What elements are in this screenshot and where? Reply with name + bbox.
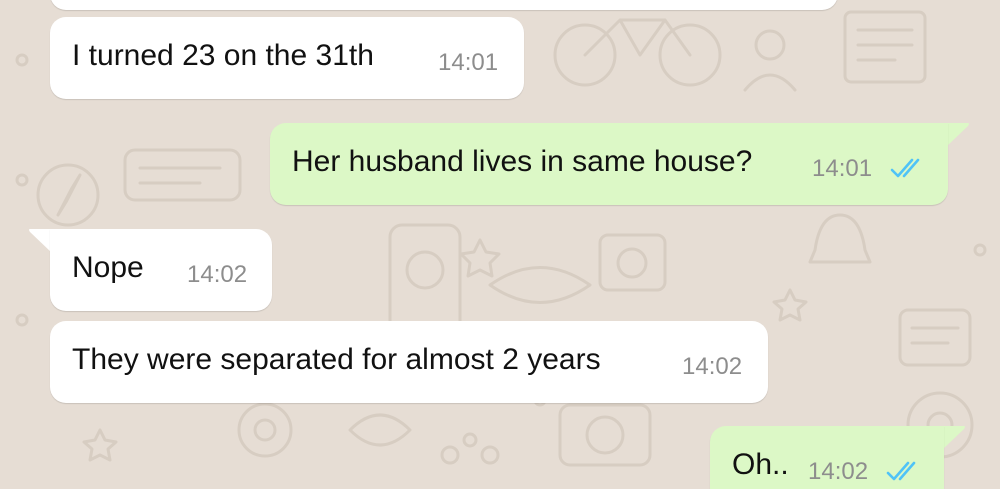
message-text: They were separated for almost 2 years xyxy=(72,343,601,376)
message-bubble-incoming[interactable]: Nope 14:02 xyxy=(50,229,272,311)
message-timestamp: 14:01 xyxy=(812,155,873,182)
bubble-tail xyxy=(29,229,52,253)
message-bubble-incoming[interactable]: They were separated for almost 2 years 1… xyxy=(50,321,768,403)
message-text: Her husband lives in same house? xyxy=(292,145,753,178)
message-text: Oh.. xyxy=(732,448,789,481)
double-check-icon xyxy=(886,461,916,481)
previous-message-bubble[interactable] xyxy=(50,0,838,10)
message-text: Nope xyxy=(72,251,144,284)
message-bubble-incoming[interactable]: I turned 23 on the 31th 14:01 xyxy=(50,17,524,99)
message-timestamp: 14:02 xyxy=(682,353,743,380)
message-bubble-outgoing[interactable]: Her husband lives in same house? 14:01 xyxy=(270,123,948,205)
message-bubble-outgoing[interactable]: Oh.. 14:02 xyxy=(710,426,944,489)
message-timestamp: 14:02 xyxy=(808,458,869,485)
bubble-tail xyxy=(946,123,969,147)
message-text: I turned 23 on the 31th xyxy=(72,39,374,72)
bubble-tail xyxy=(942,426,965,450)
double-check-icon xyxy=(890,158,920,178)
message-timestamp: 14:02 xyxy=(187,261,248,288)
chat-thread: I turned 23 on the 31th 14:01 Her husban… xyxy=(0,0,1000,489)
message-timestamp: 14:01 xyxy=(438,49,499,76)
